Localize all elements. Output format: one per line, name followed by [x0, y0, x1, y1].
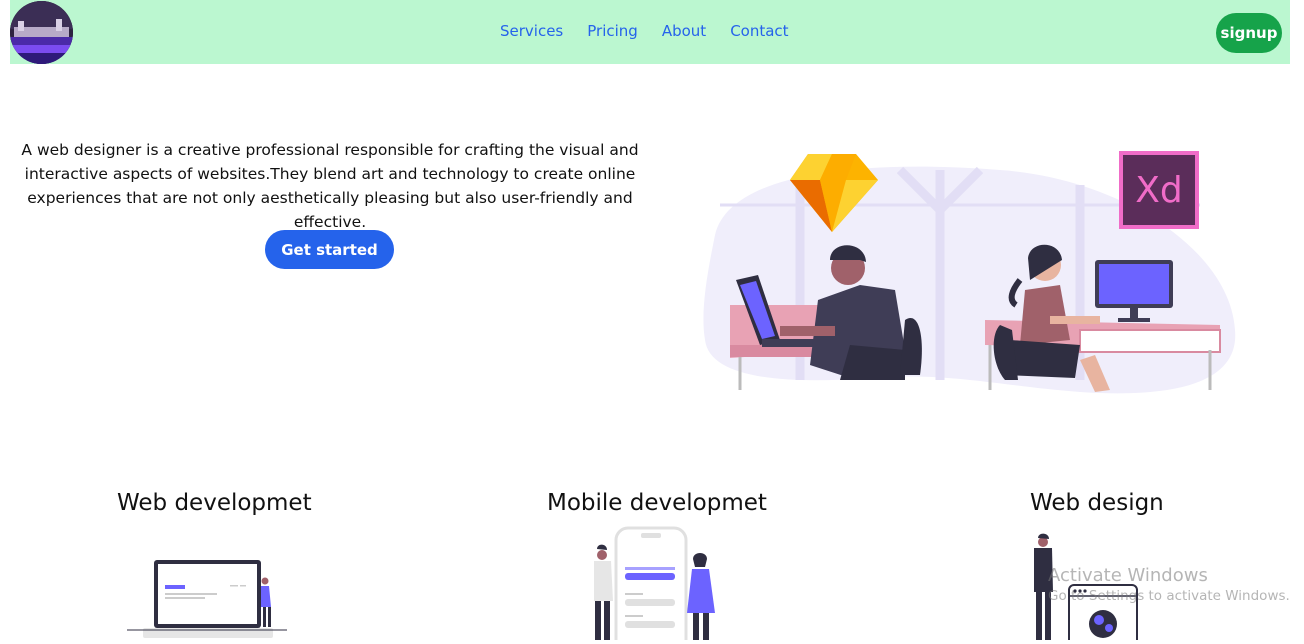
nav-link-pricing[interactable]: Pricing	[587, 22, 638, 40]
signup-button[interactable]: signup	[1216, 13, 1282, 53]
activate-windows-subtitle: Go to Settings to activate Windows.	[1048, 588, 1290, 604]
activate-windows-title: Activate Windows	[1048, 565, 1208, 586]
activate-windows-watermark: Activate Windows Go to Settings to activ…	[1048, 565, 1290, 604]
web-development-illustration	[125, 555, 295, 644]
hero-illustration: Xd	[700, 140, 1240, 404]
mobile-development-illustration	[585, 525, 725, 644]
nav-links: Services Pricing About Contact	[500, 22, 789, 40]
service-title-mobile-development: Mobile developmet	[547, 490, 767, 516]
svg-text:Xd: Xd	[1135, 170, 1183, 211]
logo-avatar[interactable]	[10, 1, 73, 64]
navbar: Services Pricing About Contact signup	[10, 0, 1290, 64]
nav-link-services[interactable]: Services	[500, 22, 563, 40]
nav-link-about[interactable]: About	[662, 22, 706, 40]
adobe-xd-logo-icon: Xd	[1119, 151, 1199, 229]
hero-description: A web designer is a creative professiona…	[21, 141, 639, 231]
get-started-button[interactable]: Get started	[265, 230, 394, 269]
service-title-web-development: Web developmet	[117, 490, 312, 516]
nav-link-contact[interactable]: Contact	[730, 22, 788, 40]
service-title-web-design: Web design	[1030, 490, 1164, 516]
